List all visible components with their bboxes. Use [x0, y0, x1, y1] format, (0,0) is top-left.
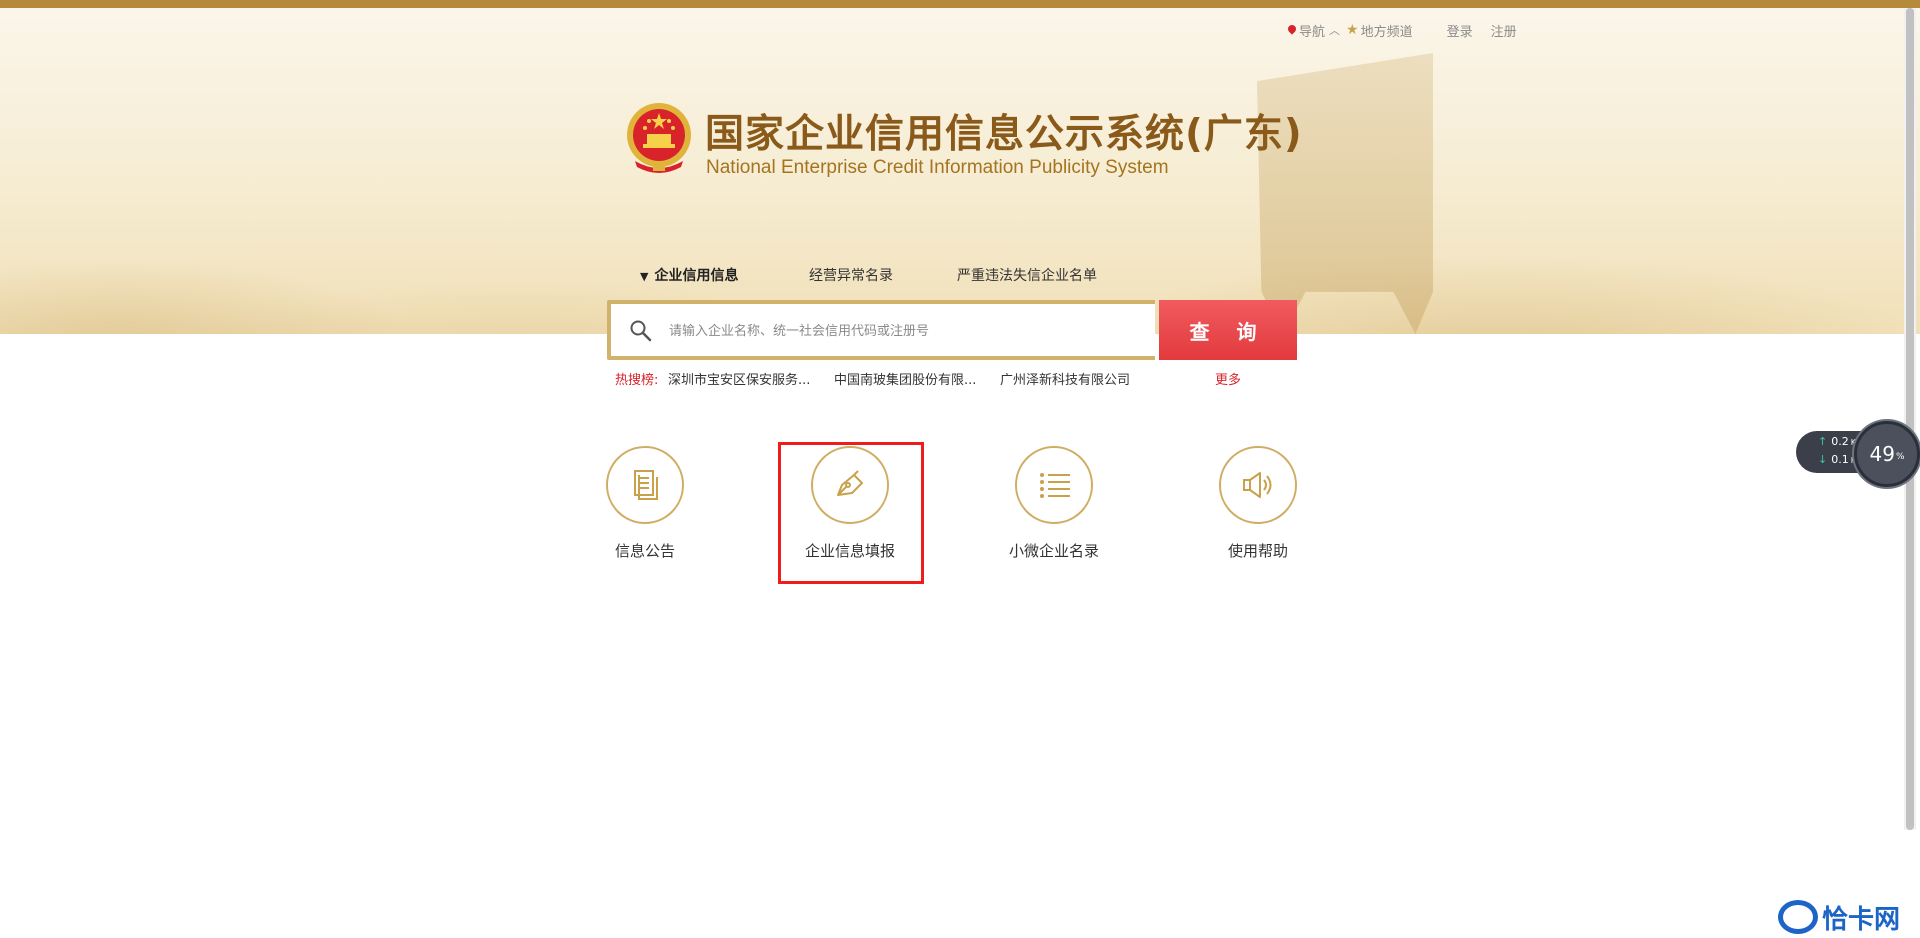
chevron-up-icon: ︿	[1329, 24, 1341, 37]
memory-usage-ring[interactable]: 49%	[1854, 421, 1920, 487]
search-button[interactable]: 查 询	[1159, 300, 1297, 360]
upload-speed-value: 0.2	[1831, 435, 1849, 448]
hot-search-more-link[interactable]: 更多	[1215, 369, 1241, 388]
arrow-down-icon: ↓	[1818, 453, 1828, 466]
highlight-annotation-box	[778, 442, 924, 584]
top-stripe	[0, 0, 1920, 8]
nav-label: 导航	[1299, 24, 1326, 40]
site-subtitle: National Enterprise Credit Information P…	[706, 157, 1169, 178]
hot-search-label: 热搜榜:	[615, 373, 659, 388]
site-title: 国家企业信用信息公示系统(广东)	[705, 112, 1303, 157]
star-icon: ★	[1346, 22, 1359, 38]
top-navigation: 导航 ︿ ★ 地方频道 登录 注册	[1288, 20, 1523, 40]
document-icon	[634, 470, 658, 500]
location-pin-icon	[1288, 25, 1296, 36]
arrow-up-icon: ↑	[1818, 435, 1828, 448]
feature-info-announcement[interactable]: 信息公告	[570, 446, 720, 561]
triangle-down-icon: ▼	[640, 270, 649, 283]
hot-search-item[interactable]: 中国南玻集团股份有限...	[834, 369, 976, 388]
login-link[interactable]: 登录	[1447, 21, 1473, 40]
search-box	[607, 300, 1155, 360]
tab-abnormal-list[interactable]: 经营异常名录	[809, 265, 893, 285]
feature-circle	[1219, 446, 1297, 524]
bronze-ding-background	[1257, 53, 1433, 334]
national-emblem-icon	[627, 103, 691, 173]
local-channel-label: 地方频道	[1360, 24, 1413, 40]
page-scrollbar[interactable]	[1904, 8, 1916, 830]
feature-circle	[606, 446, 684, 524]
memory-usage-percent-unit: %	[1895, 452, 1905, 462]
scrollbar-thumb[interactable]	[1906, 8, 1914, 830]
tab-label: 企业信用信息	[654, 268, 739, 284]
local-channel-link[interactable]: ★ 地方频道	[1346, 21, 1413, 40]
watermark: 恰卡网	[1778, 897, 1900, 937]
feature-small-micro-enterprise-list[interactable]: 小微企业名录	[979, 446, 1129, 561]
watermark-text: 恰卡网	[1822, 904, 1901, 935]
memory-usage-percent: 49	[1869, 442, 1895, 466]
list-icon	[1040, 473, 1070, 498]
nav-dropdown[interactable]: 导航 ︿	[1288, 21, 1340, 40]
download-speed-value: 0.1	[1831, 453, 1849, 466]
feature-label: 信息公告	[614, 542, 675, 560]
feature-label: 使用帮助	[1227, 542, 1288, 560]
feature-circle	[1015, 446, 1093, 524]
watermark-logo-icon	[1778, 900, 1818, 934]
tab-enterprise-credit[interactable]: ▼ 企业信用信息	[640, 265, 738, 285]
hot-search-item[interactable]: 广州泽新科技有限公司	[1000, 369, 1130, 388]
feature-usage-help[interactable]: 使用帮助	[1183, 446, 1333, 561]
tab-serious-violation-list[interactable]: 严重违法失信企业名单	[957, 265, 1097, 285]
search-field-wrapper	[611, 304, 1155, 356]
search-icon	[630, 320, 652, 342]
hot-search-item[interactable]: 深圳市宝安区保安服务...	[668, 369, 810, 388]
feature-label: 小微企业名录	[1008, 542, 1099, 560]
register-link[interactable]: 注册	[1491, 21, 1517, 40]
search-input[interactable]	[667, 316, 1141, 346]
speaker-icon	[1243, 472, 1272, 498]
